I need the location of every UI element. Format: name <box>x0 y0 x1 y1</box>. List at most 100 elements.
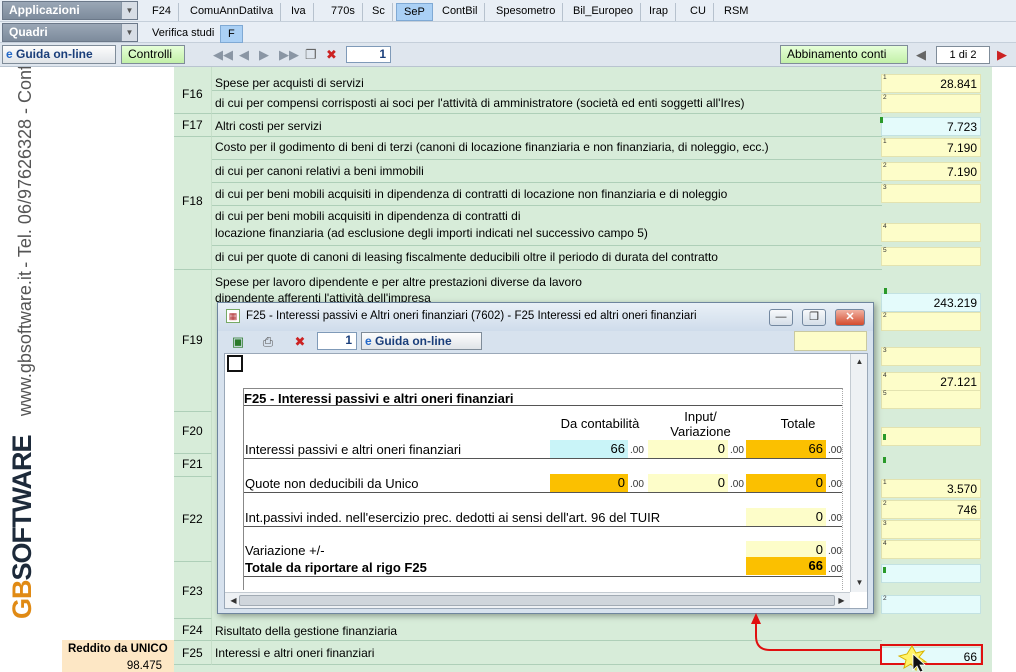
f22-field-2[interactable]: 2 746 <box>881 500 981 519</box>
chevron-down-icon[interactable]: ▼ <box>121 2 137 19</box>
prev-module-icon[interactable]: ◀ <box>916 47 926 63</box>
tab-f24[interactable]: F24 <box>145 3 179 21</box>
input-field[interactable]: 0 <box>648 474 728 492</box>
tab-iva[interactable]: Iva <box>284 3 314 21</box>
row-code-cell: F18 <box>174 137 212 270</box>
maximize-button[interactable]: ❐ <box>802 309 826 326</box>
f19-field-5[interactable]: 5 <box>881 390 981 409</box>
f16-field-2[interactable]: 2 <box>881 94 981 113</box>
dialog-status-field[interactable] <box>794 331 867 351</box>
quadri-label: Quadri <box>9 25 48 39</box>
dialog-title: F25 - Interessi passivi e Altri oneri fi… <box>246 310 697 322</box>
row-code-cell: F25 <box>174 641 212 665</box>
f20-field[interactable] <box>881 427 981 446</box>
checkbox[interactable] <box>227 355 243 372</box>
f19-field-2[interactable]: 2 <box>881 312 981 331</box>
row-code-cell: F16 <box>174 67 212 114</box>
abbinamento-conti-button[interactable]: Abbinamento conti <box>780 45 908 64</box>
tab-verifica-studi[interactable]: Verifica studi <box>145 25 221 43</box>
contabilita-field[interactable]: 66 <box>550 440 628 458</box>
ie-icon: e <box>6 47 17 61</box>
f22-field-3[interactable]: 3 <box>881 520 981 539</box>
tab-contbil[interactable]: ContBil <box>435 3 486 21</box>
f25-dialog: ▦ F25 - Interessi passivi e Altri oneri … <box>217 302 874 614</box>
totale-field[interactable]: 0 <box>746 508 826 526</box>
copy-icon[interactable]: ❐ <box>305 47 317 63</box>
totale-field[interactable]: 0 <box>746 474 826 492</box>
scroll-right-icon[interactable]: ▶ <box>834 594 849 608</box>
f19-field-4[interactable]: 4 27.121 <box>881 372 981 391</box>
delete-icon[interactable]: ✖ <box>292 334 308 350</box>
controlli-button[interactable]: Controlli <box>121 45 185 64</box>
row-label-f18-b: di cui per canoni relativi a beni immobi… <box>215 164 424 178</box>
f18-field-5[interactable]: 5 <box>881 247 981 266</box>
tab-bil-europeo[interactable]: Bil_Europeo <box>566 3 641 21</box>
col-header-input-1: Input/ <box>684 409 717 424</box>
f22-field-1[interactable]: 1 3.570 <box>881 479 981 498</box>
tab-cu[interactable]: CU <box>683 3 714 21</box>
f18-field-4[interactable]: 4 <box>881 223 981 242</box>
f18-field-3[interactable]: 3 <box>881 184 981 203</box>
tab-rsm[interactable]: RSM <box>717 3 755 21</box>
tab-irap[interactable]: Irap <box>642 3 676 21</box>
tab-sc[interactable]: Sc <box>365 3 393 21</box>
applicazioni-select[interactable]: Applicazioni ▼ <box>2 1 138 20</box>
first-page-icon[interactable]: ◀◀ <box>213 47 233 63</box>
row-label-f18-c: di cui per beni mobili acquisiti in dipe… <box>215 187 728 201</box>
prev-page-icon[interactable]: ◀ <box>239 47 249 63</box>
close-button[interactable]: ✕ <box>835 309 865 326</box>
row-label-f18: Costo per il godimento di beni di terzi … <box>215 140 769 154</box>
dialog-help-button[interactable]: e Guida on-line <box>361 332 482 350</box>
tab-spesometro[interactable]: Spesometro <box>489 3 564 21</box>
tab-comuanndatiiva[interactable]: ComuAnnDatiIva <box>183 3 282 21</box>
section-title: F25 - Interessi passivi e altri oneri fi… <box>244 391 514 406</box>
dialog-page-number[interactable]: 1 <box>317 332 357 350</box>
f17-field[interactable]: 7.723 <box>881 117 981 136</box>
col-header-input-2: Variazione <box>670 424 731 439</box>
f16-field-1[interactable]: 1 28.841 <box>881 74 981 93</box>
export-icon[interactable]: ▣ <box>230 334 246 350</box>
scroll-down-icon[interactable]: ▼ <box>852 576 867 590</box>
f18-field-2[interactable]: 2 7.190 <box>881 162 981 181</box>
scroll-up-icon[interactable]: ▲ <box>852 355 867 369</box>
delete-icon[interactable]: ✖ <box>326 47 337 63</box>
dialog-help-label: Guida on-line <box>375 334 452 348</box>
gb-logo: GBSOFTWARE <box>7 435 37 620</box>
chevron-down-icon[interactable]: ▼ <box>121 24 137 41</box>
next-page-icon[interactable]: ▶ <box>259 47 269 63</box>
tab-f[interactable]: F <box>220 25 243 43</box>
f22-field-4[interactable]: 4 <box>881 540 981 559</box>
f25-highlight-box <box>880 644 983 665</box>
scroll-thumb[interactable] <box>239 595 835 606</box>
row-code-cell: F22 <box>174 477 212 562</box>
popup-row-label: Quote non deducibili da Unico <box>245 476 419 491</box>
website-text: www.gbsoftware.it <box>15 271 35 417</box>
print-icon[interactable]: ⎙ <box>260 334 276 350</box>
help-button[interactable]: e Guida on-line <box>2 45 116 64</box>
tab-770s[interactable]: 770s <box>324 3 363 21</box>
f19-field-1[interactable]: 243.219 <box>881 293 981 312</box>
f23-field-1[interactable] <box>881 564 981 583</box>
row-label-f19: Spese per lavoro dipendente e per altre … <box>215 275 582 289</box>
totale-final-field[interactable]: 66 <box>746 557 826 575</box>
vertical-scrollbar[interactable]: ▲ ▼ <box>850 354 867 592</box>
menu-bar: Applicazioni ▼ F24 ComuAnnDatiIva Iva 77… <box>0 0 1016 22</box>
quadri-select[interactable]: Quadri ▼ <box>2 23 138 42</box>
row-code-cell: F21 <box>174 454 212 477</box>
minimize-button[interactable]: — <box>769 309 793 326</box>
horizontal-scrollbar[interactable]: ◀ ▶ <box>225 592 850 608</box>
next-module-icon[interactable]: ▶ <box>997 47 1007 63</box>
last-page-icon[interactable]: ▶▶ <box>279 47 299 63</box>
f23-field-2[interactable]: 2 <box>881 595 981 614</box>
f18-field-1[interactable]: 1 7.190 <box>881 138 981 157</box>
contabilita-field[interactable]: 0 <box>550 474 628 492</box>
page-number-field[interactable]: 1 <box>346 46 391 63</box>
row-label-f25: Interessi e altri oneri finanziari <box>215 646 375 660</box>
ie-icon: e <box>365 334 376 348</box>
f19-field-3[interactable]: 3 <box>881 347 981 366</box>
totale-field[interactable]: 66 <box>746 440 826 458</box>
tab-sep[interactable]: SeP <box>396 3 433 21</box>
row-label-f18-e: di cui per quote di canoni di leasing fi… <box>215 250 718 264</box>
reddito-unico-value: 98.475 <box>62 660 174 672</box>
input-field[interactable]: 0 <box>648 440 728 458</box>
